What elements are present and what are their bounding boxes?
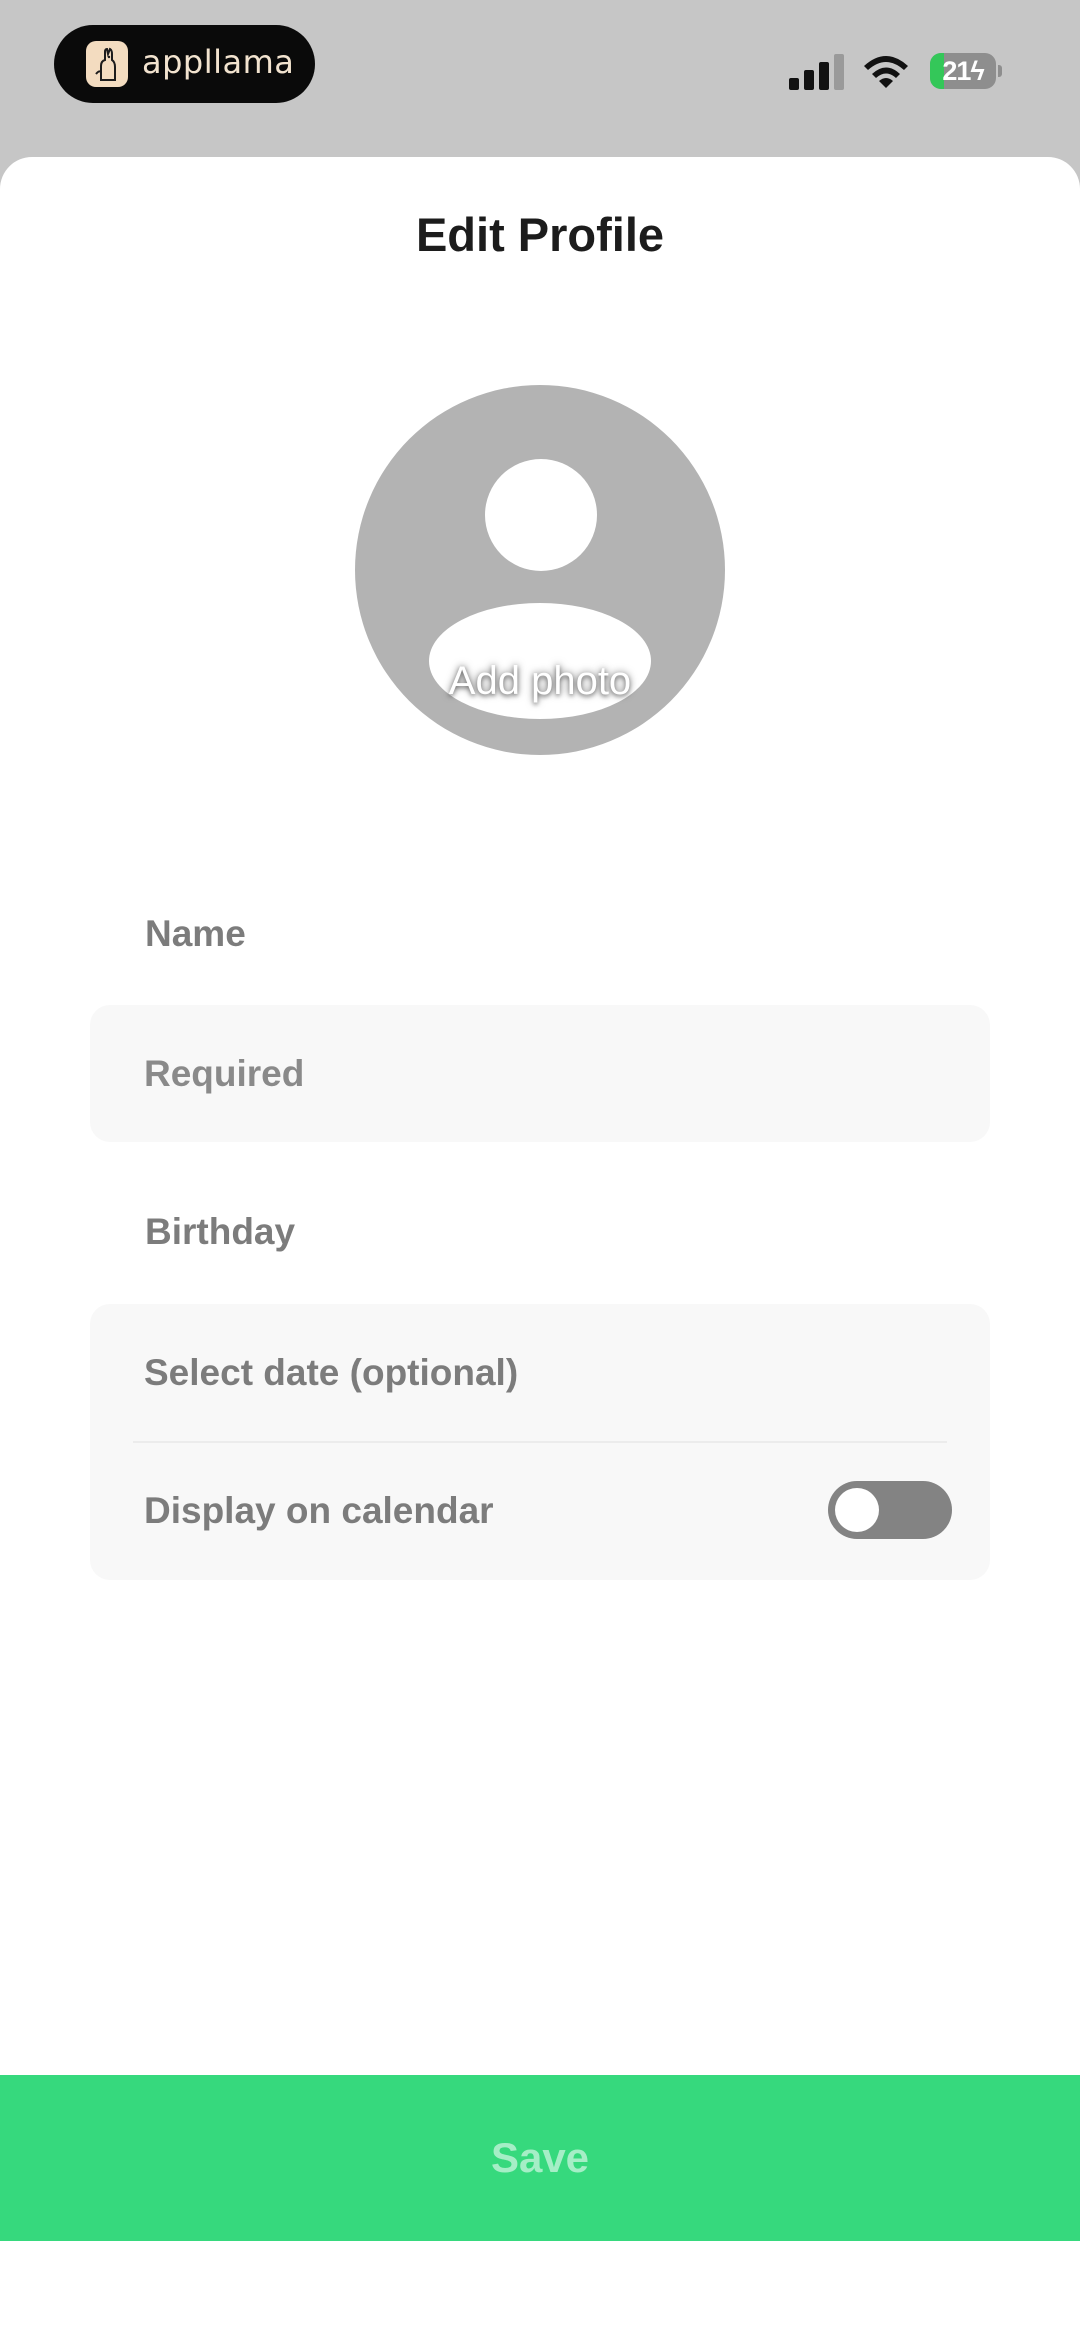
select-date-placeholder: Select date (optional): [144, 1352, 519, 1393]
app-indicator-pill[interactable]: appllama: [54, 25, 315, 103]
save-button[interactable]: Save: [0, 2075, 1080, 2241]
name-input[interactable]: [144, 1005, 964, 1142]
add-photo-button[interactable]: Add photo: [355, 385, 725, 755]
wifi-icon: [864, 56, 908, 88]
page-title: Edit Profile: [415, 208, 665, 261]
charging-bolt-icon: ϟ: [970, 56, 984, 86]
name-field-container: [90, 1005, 990, 1142]
battery-body: 21ϟ: [930, 53, 996, 89]
person-placeholder-icon: [485, 459, 597, 571]
app-name: appllama: [142, 43, 295, 81]
display-on-calendar-row: Display on calendar: [90, 1443, 990, 1580]
display-on-calendar-toggle[interactable]: [828, 1481, 952, 1539]
battery-cap: [998, 65, 1002, 77]
birthday-label: Birthday: [145, 1211, 296, 1252]
edit-profile-sheet: Edit Profile Add photo Name Birthday Sel…: [0, 157, 1080, 2336]
toggle-knob: [835, 1488, 879, 1532]
add-photo-label: Add photo: [448, 659, 632, 703]
display-on-calendar-label: Display on calendar: [144, 1490, 494, 1531]
status-bar: appllama 21ϟ: [0, 0, 1080, 160]
name-label: Name: [145, 913, 246, 954]
cellular-signal-icon: [789, 54, 844, 90]
llama-logo-icon: [86, 41, 128, 87]
battery-charging-icon: 21ϟ: [930, 53, 1002, 89]
battery-level: 21ϟ: [942, 56, 984, 86]
select-date-button[interactable]: Select date (optional): [90, 1304, 990, 1441]
birthday-group: Select date (optional) Display on calend…: [90, 1304, 990, 1580]
